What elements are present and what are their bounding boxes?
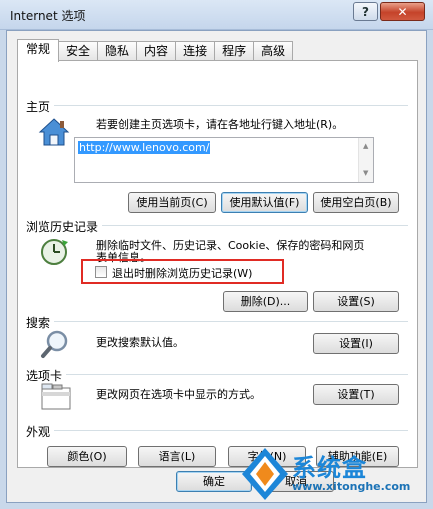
homepage-group-line bbox=[26, 105, 408, 106]
tabs-description: 更改网页在选项卡中显示的方式。 bbox=[96, 388, 261, 401]
dialog-body: 常规 安全 隐私 内容 连接 程序 高级 主页 若要创建主页选项卡，请在各地址行… bbox=[6, 30, 427, 503]
tab-security[interactable]: 安全 bbox=[58, 41, 99, 61]
watermark: 系统盒 www.xitonghe.com bbox=[240, 446, 430, 504]
watermark-logo-icon bbox=[242, 448, 288, 500]
tab-connections[interactable]: 连接 bbox=[175, 41, 216, 61]
search-description: 更改搜索默认值。 bbox=[96, 336, 184, 349]
scroll-down-icon[interactable]: ▼ bbox=[363, 169, 368, 177]
history-group-label: 浏览历史记录 bbox=[26, 218, 103, 235]
appearance-group-line bbox=[26, 430, 408, 431]
title-bar: Internet 选项 ? ✕ bbox=[0, 0, 433, 30]
delete-history-button[interactable]: 删除(D)... bbox=[223, 291, 308, 312]
tabs-icon bbox=[41, 383, 71, 410]
history-clock-icon bbox=[41, 239, 68, 265]
search-icon bbox=[41, 330, 68, 358]
tab-privacy[interactable]: 隐私 bbox=[97, 41, 138, 61]
home-icon bbox=[38, 118, 70, 146]
tabs-group-line bbox=[26, 374, 408, 375]
tab-strip: 常规 安全 隐私 内容 连接 程序 高级 bbox=[17, 39, 294, 62]
use-current-button[interactable]: 使用当前页(C) bbox=[128, 192, 216, 213]
tab-content[interactable]: 内容 bbox=[136, 41, 177, 61]
homepage-group-label: 主页 bbox=[26, 98, 55, 115]
delete-on-exit-highlight: 退出时删除浏览历史记录(W) bbox=[81, 259, 284, 284]
help-button[interactable]: ? bbox=[353, 2, 378, 21]
homepage-url-field[interactable]: http://www.lenovo.com/ ▲ ▼ bbox=[74, 137, 374, 183]
search-group-line bbox=[26, 321, 408, 322]
delete-on-exit-checkbox[interactable] bbox=[95, 266, 107, 278]
delete-on-exit-label[interactable]: 退出时删除浏览历史记录(W) bbox=[112, 265, 252, 281]
scroll-up-icon[interactable]: ▲ bbox=[363, 142, 368, 150]
use-default-button[interactable]: 使用默认值(F) bbox=[221, 192, 308, 213]
close-button[interactable]: ✕ bbox=[380, 2, 425, 21]
window-title: Internet 选项 bbox=[10, 9, 86, 23]
history-settings-button[interactable]: 设置(S) bbox=[313, 291, 399, 312]
url-scrollbar[interactable]: ▲ ▼ bbox=[358, 138, 373, 182]
general-tab-panel: 主页 若要创建主页选项卡，请在各地址行键入地址(R)。 http://www.l… bbox=[17, 60, 418, 468]
homepage-description: 若要创建主页选项卡，请在各地址行键入地址(R)。 bbox=[96, 118, 344, 131]
colors-button[interactable]: 颜色(O) bbox=[47, 446, 127, 467]
use-blank-button[interactable]: 使用空白页(B) bbox=[313, 192, 399, 213]
search-settings-button[interactable]: 设置(I) bbox=[313, 333, 399, 354]
tab-general[interactable]: 常规 bbox=[17, 39, 60, 62]
appearance-group-label: 外观 bbox=[26, 423, 55, 440]
tab-advanced[interactable]: 高级 bbox=[253, 41, 294, 61]
tab-programs[interactable]: 程序 bbox=[214, 41, 255, 61]
homepage-url-value: http://www.lenovo.com/ bbox=[78, 141, 211, 154]
watermark-url: www.xitonghe.com bbox=[292, 480, 411, 493]
watermark-brand: 系统盒 bbox=[292, 454, 367, 482]
languages-button[interactable]: 语言(L) bbox=[138, 446, 216, 467]
tabs-group-label: 选项卡 bbox=[26, 367, 67, 384]
tabs-settings-button[interactable]: 设置(T) bbox=[313, 384, 399, 405]
